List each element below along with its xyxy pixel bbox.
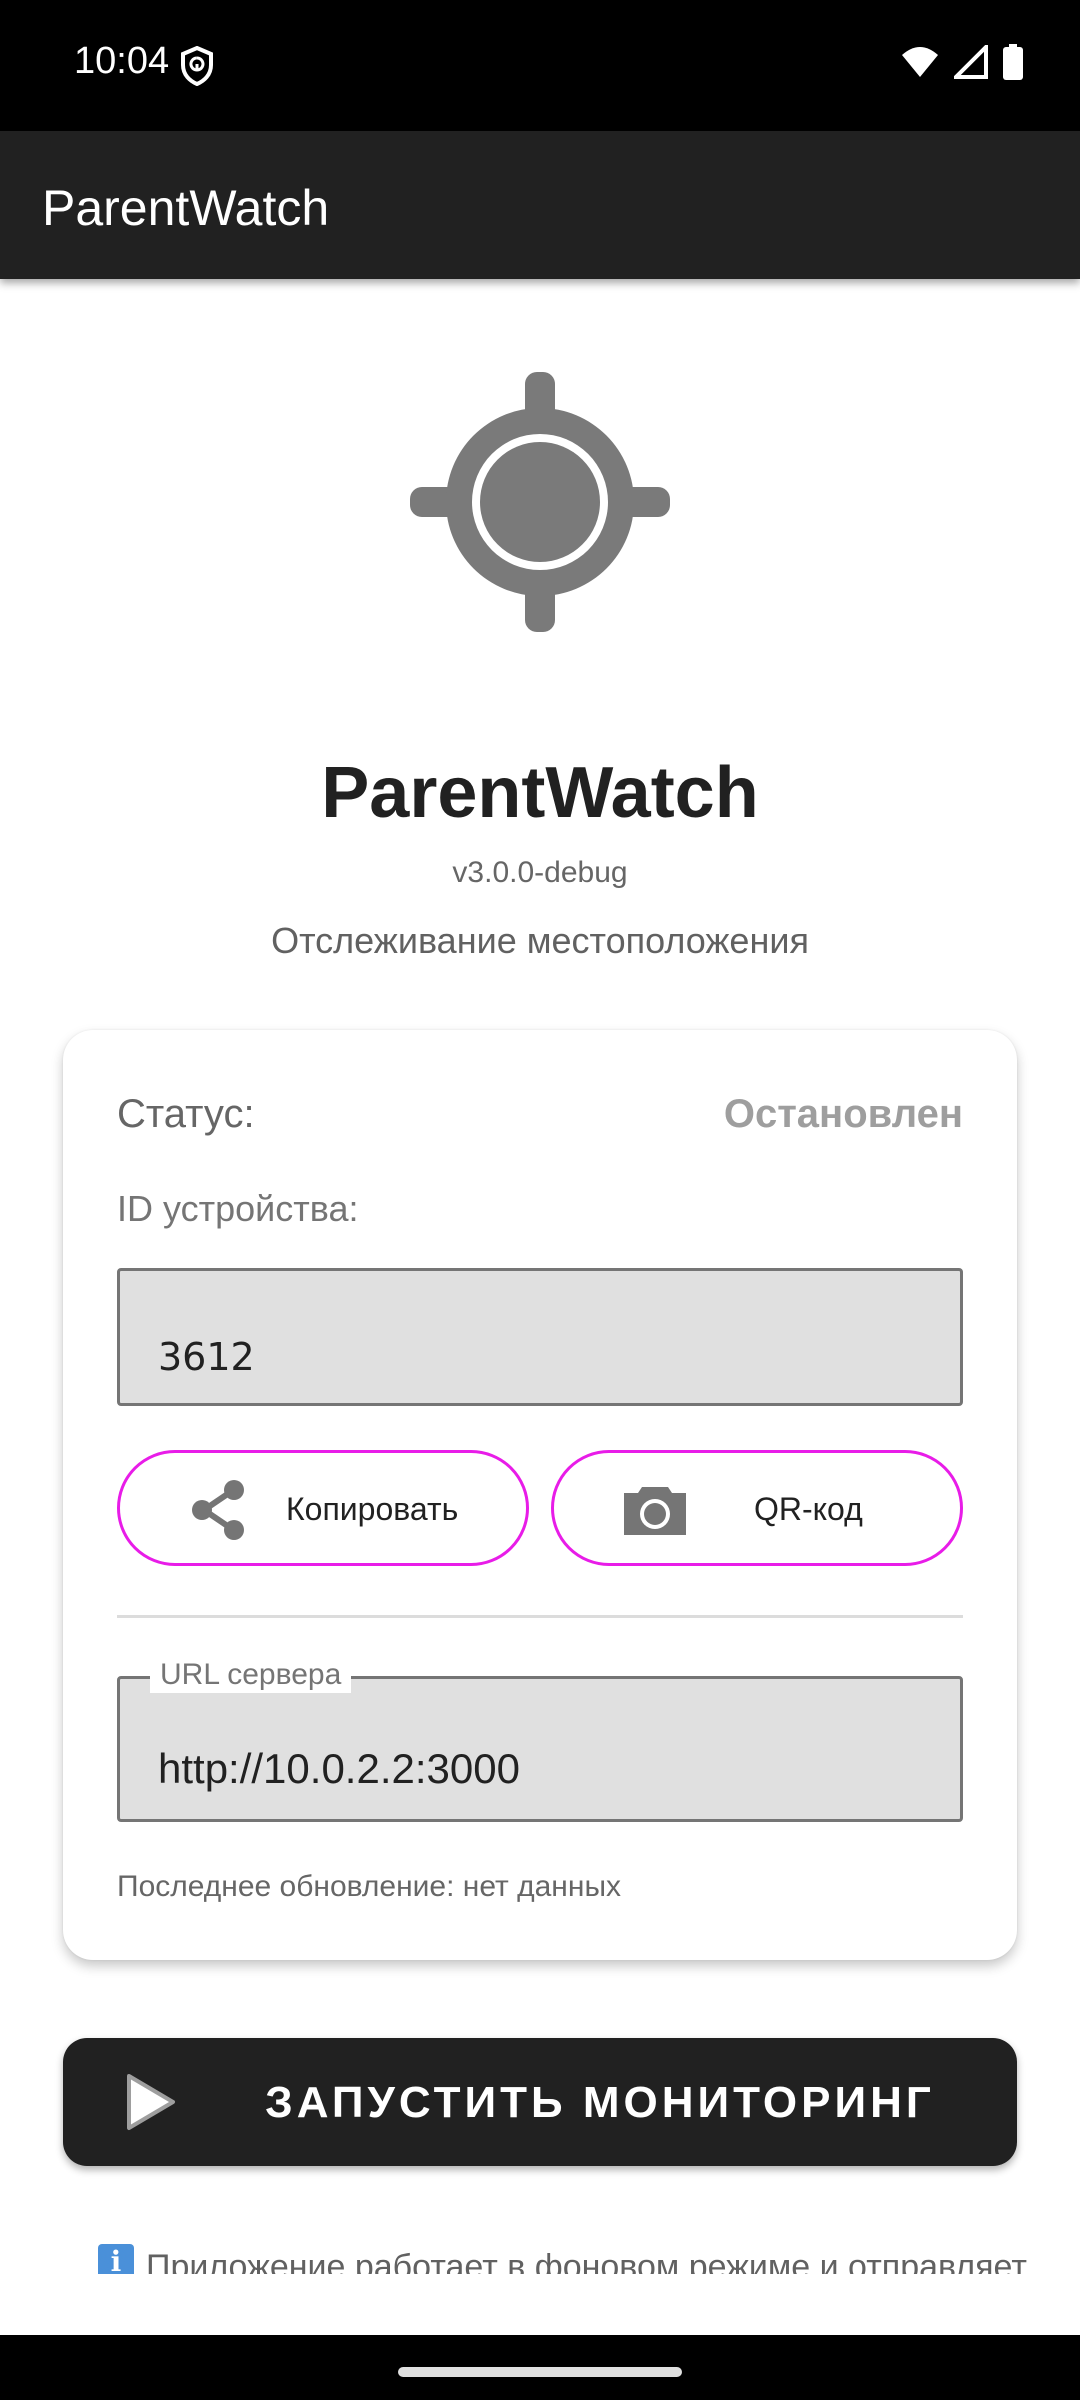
wifi-icon bbox=[902, 47, 938, 77]
app-name: ParentWatch bbox=[321, 753, 759, 833]
status-bar: 10:04 bbox=[0, 0, 1080, 131]
device-id-value: 3612 bbox=[158, 1335, 255, 1379]
navigation-bar bbox=[0, 2335, 1080, 2400]
server-url-field[interactable]: URL сервера http://10.0.2.2:3000 bbox=[117, 1657, 963, 1822]
crosshair-icon bbox=[410, 372, 670, 632]
status-label: Статус: bbox=[117, 1092, 255, 1136]
last-update-text: Последнее обновление: нет данных bbox=[117, 1870, 622, 1903]
device-id-field[interactable]: 3612 bbox=[117, 1268, 963, 1406]
status-value: Остановлен bbox=[723, 1092, 963, 1136]
status-card: Статус: Остановлен ID устройства: 3612 К… bbox=[63, 1030, 1017, 1960]
battery-icon bbox=[1003, 44, 1023, 80]
start-monitoring-button[interactable]: ЗАПУСТИТЬ МОНИТОРИНГ bbox=[63, 2038, 1017, 2166]
shield-icon bbox=[181, 46, 213, 86]
start-monitoring-label: ЗАПУСТИТЬ МОНИТОРИНГ bbox=[265, 2078, 935, 2127]
info-note-text: Приложение работает в фоновом режиме и о… bbox=[146, 2248, 1027, 2274]
app-version: v3.0.0-debug bbox=[452, 856, 628, 889]
server-url-value: http://10.0.2.2:3000 bbox=[158, 1745, 520, 1792]
copy-button[interactable]: Копировать bbox=[117, 1450, 529, 1566]
qr-code-button[interactable]: QR-код bbox=[551, 1450, 963, 1566]
device-id-label: ID устройства: bbox=[117, 1188, 359, 1229]
copy-button-label: Копировать bbox=[286, 1491, 459, 1527]
status-icons bbox=[900, 44, 1024, 80]
info-icon: i bbox=[98, 2244, 134, 2274]
camera-icon bbox=[624, 1487, 686, 1535]
qr-button-label: QR-код bbox=[754, 1491, 863, 1527]
status-time: 10:04 bbox=[74, 40, 170, 82]
share-icon bbox=[192, 1480, 244, 1540]
app-bar-title: ParentWatch bbox=[42, 180, 330, 236]
divider bbox=[117, 1615, 963, 1618]
app-tagline: Отслеживание местоположения bbox=[271, 920, 809, 961]
server-url-label: URL сервера bbox=[150, 1657, 352, 1693]
info-note: i Приложение работает в фоновом режиме и… bbox=[0, 2240, 1080, 2274]
home-gesture-handle[interactable] bbox=[398, 2367, 682, 2377]
signal-icon bbox=[954, 45, 988, 79]
app-bar: ParentWatch bbox=[0, 131, 1080, 279]
info-note-row: i Приложение работает в фоновом режиме и… bbox=[98, 2244, 1027, 2274]
